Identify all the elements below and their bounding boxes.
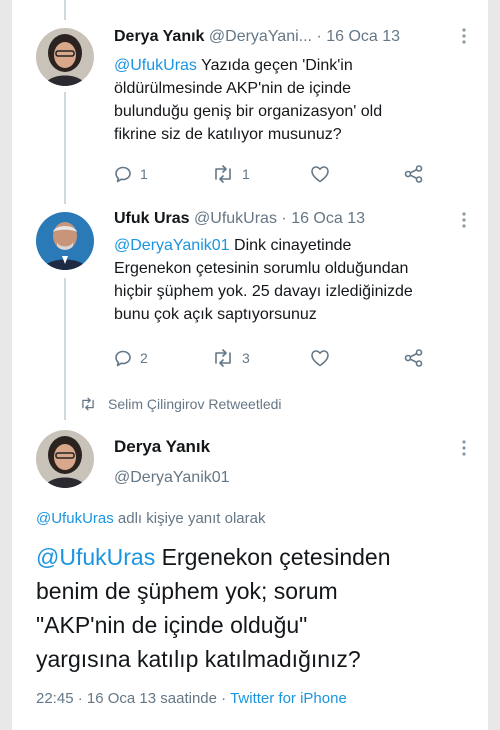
tweet-actions: 1 1 xyxy=(114,165,454,185)
tweet-time: 22:45 xyxy=(36,690,74,707)
retweet-icon xyxy=(82,397,94,411)
tweet-date[interactable]: 16 Oca 13 xyxy=(326,28,400,45)
handle[interactable]: @DeryaYani... xyxy=(209,28,312,45)
tweet-text: @DeryaYanik01 Dink cinayetinde Ergenekon… xyxy=(114,234,484,326)
like-button[interactable] xyxy=(310,165,330,183)
handle[interactable]: @DeryaYanik01 xyxy=(114,469,230,487)
tweet-text: @UfukUras Yazıda geçen 'Dink'in öldürülm… xyxy=(114,54,484,146)
like-button[interactable] xyxy=(310,349,330,367)
handle[interactable]: @UfukUras xyxy=(194,210,277,227)
reply-button[interactable]: 2 xyxy=(114,349,148,367)
tweet[interactable]: Ufuk Uras @UfukUras · 16 Oca 13 @DeryaYa… xyxy=(12,200,488,380)
reply-icon xyxy=(115,166,131,183)
tweet-text-line: öldürülmesinde AKP'nin de içinde xyxy=(114,80,351,97)
tweet-text-line: Ergenekon çetesinin sorumlu olduğundan xyxy=(114,260,409,277)
reply-context-text: adlı kişiye yanıt olarak xyxy=(113,510,266,527)
separator: · xyxy=(281,210,287,227)
tweet-full-date: 16 Oca 13 saatinde xyxy=(86,690,217,707)
reply-context: @UfukUras adlı kişiye yanıt olarak xyxy=(36,510,266,527)
mention-link[interactable]: @UfukUras xyxy=(36,510,114,527)
tweet-text-line: Ergenekon çetesinden xyxy=(155,544,391,570)
main-tweet-text: @UfukUras Ergenekon çetesinden benim de … xyxy=(36,540,476,676)
tweet-metadata: 22:45 · 16 Oca 13 saatinde · Twitter for… xyxy=(36,690,347,707)
reply-icon xyxy=(115,350,131,367)
timeline-card: Derya Yanık @DeryaYani... · 16 Oca 13 @U… xyxy=(12,0,488,730)
like-icon xyxy=(311,166,329,183)
retweet-count: 1 xyxy=(242,166,250,182)
tweet-header: Derya Yanık @DeryaYani... · 16 Oca 13 xyxy=(114,28,400,46)
mention-link[interactable]: @UfukUras xyxy=(114,57,197,74)
tweet-actions: 2 3 xyxy=(114,349,454,369)
retweet-indicator[interactable]: Selim Çilingirov Retweetledi xyxy=(80,396,282,412)
retweet-icon xyxy=(215,349,231,367)
more-icon[interactable] xyxy=(462,440,466,459)
tweet-text-line: bunu çok açık saptıyorsunuz xyxy=(114,306,317,323)
retweet-button[interactable]: 1 xyxy=(212,165,250,183)
tweet-text-line: Dink cinayetinde xyxy=(229,237,352,254)
reply-count: 2 xyxy=(140,350,148,366)
more-icon[interactable] xyxy=(462,212,466,231)
more-icon[interactable] xyxy=(462,28,466,47)
retweet-count: 3 xyxy=(242,350,250,366)
share-icon xyxy=(404,349,423,367)
tweet-text-line: Yazıda geçen 'Dink'in xyxy=(196,57,353,74)
source-link[interactable]: Twitter for iPhone xyxy=(230,690,347,707)
reply-button[interactable]: 1 xyxy=(114,165,148,183)
like-icon xyxy=(311,350,329,367)
mention-link[interactable]: @UfukUras xyxy=(36,544,155,570)
separator: · xyxy=(77,690,83,707)
avatar[interactable] xyxy=(36,212,94,270)
display-name[interactable]: Ufuk Uras xyxy=(114,210,190,227)
separator: · xyxy=(221,690,227,707)
tweet-text-line: "AKP'nin de içinde olduğu" xyxy=(36,612,308,638)
share-icon xyxy=(404,165,423,183)
tweet-date[interactable]: 16 Oca 13 xyxy=(291,210,365,227)
separator: · xyxy=(316,28,322,45)
avatar[interactable] xyxy=(36,28,94,86)
tweet-header: Ufuk Uras @UfukUras · 16 Oca 13 xyxy=(114,210,365,228)
tweet-text-line: yargısına katılıp katılmadığınız? xyxy=(36,646,361,672)
mention-link[interactable]: @DeryaYanik01 xyxy=(114,237,230,254)
display-name[interactable]: Derya Yanık xyxy=(114,437,210,457)
share-button[interactable] xyxy=(404,349,424,367)
retweet-button[interactable]: 3 xyxy=(212,349,250,367)
retweet-note-text: Selim Çilingirov Retweetledi xyxy=(108,396,282,412)
reply-count: 1 xyxy=(140,166,148,182)
tweet-text-line: bulunduğu geniş bir organizasyon' old xyxy=(114,103,383,120)
avatar[interactable] xyxy=(36,430,94,488)
tweet-text-line: benim de şüphem yok; sorum xyxy=(36,578,338,604)
share-button[interactable] xyxy=(404,165,424,183)
display-name[interactable]: Derya Yanık xyxy=(114,28,204,45)
tweet[interactable]: Derya Yanık @DeryaYani... · 16 Oca 13 @U… xyxy=(12,0,488,200)
tweet-text-line: fikrine siz de katılıyor musunuz? xyxy=(114,126,342,143)
retweet-icon xyxy=(215,165,231,183)
tweet-text-line: hiçbir şüphem yok. 25 davayı izlediğiniz… xyxy=(114,283,413,300)
